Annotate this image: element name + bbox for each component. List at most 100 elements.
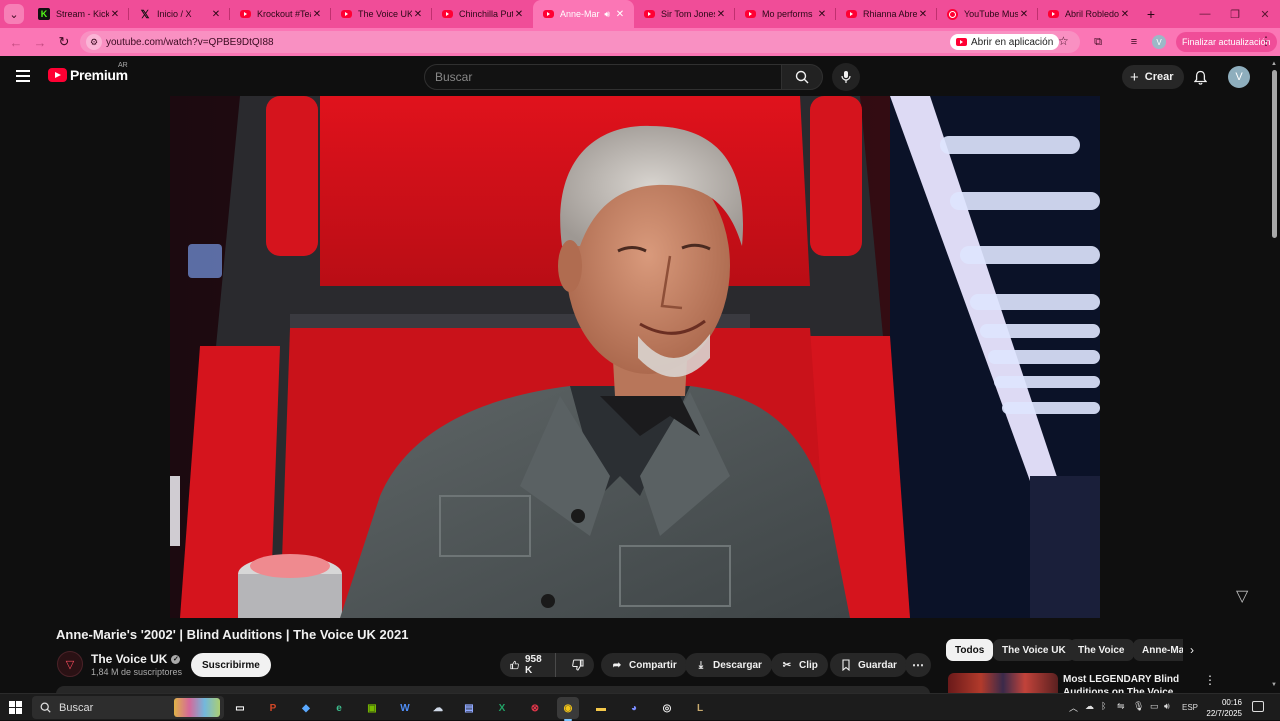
close-icon[interactable]: ✕	[614, 9, 626, 20]
page-scrollbar-thumb[interactable]	[1272, 70, 1277, 238]
media-controls-icon[interactable]: ≡	[1124, 32, 1144, 52]
weather-app-icon[interactable]: ☁	[427, 697, 449, 719]
more-actions-button[interactable]: ⋯	[905, 653, 931, 677]
browser-tab[interactable]: The Voice UK - ✕	[331, 0, 432, 28]
nvidia-icon[interactable]: ▣	[361, 697, 383, 719]
task-view-icon[interactable]: ▭	[229, 697, 251, 719]
bookmark-star-icon[interactable]: ☆	[1058, 34, 1069, 48]
network-icon[interactable]: ▭	[1150, 701, 1159, 712]
close-icon[interactable]: ✕	[715, 9, 727, 20]
video-player[interactable]	[170, 96, 1100, 618]
open-in-app-button[interactable]: Abrir en aplicación	[950, 34, 1060, 50]
volume-icon[interactable]: 🔊︎	[1164, 701, 1170, 712]
usb-icon[interactable]: ⇋	[1117, 701, 1125, 712]
close-icon[interactable]: ✕	[412, 9, 424, 20]
dislike-button[interactable]	[562, 653, 594, 677]
browser-tab[interactable]: 𝕏 Inicio / X ✕	[129, 0, 230, 28]
notepad-icon[interactable]: ▤	[458, 697, 480, 719]
browser-tab-active[interactable]: Anne-Mar 🔊︎ ✕	[533, 0, 634, 28]
share-button[interactable]: ➦ Compartir	[601, 653, 687, 677]
browser-profile-avatar[interactable]: V	[1152, 35, 1166, 49]
forward-button[interactable]: →	[28, 30, 52, 54]
system-clock[interactable]: 00:16 22/7/2025	[1198, 697, 1242, 719]
download-button[interactable]: ⤓ Descargar	[685, 653, 772, 677]
window-close-button[interactable]: ✕	[1250, 0, 1280, 28]
chrome-icon[interactable]: ◉	[557, 697, 579, 721]
steam-icon[interactable]: ◎	[656, 697, 678, 719]
file-explorer-icon[interactable]: ▬	[590, 697, 612, 719]
edge-icon[interactable]: e	[328, 697, 350, 719]
league-of-legends-icon[interactable]: L	[689, 697, 711, 719]
close-icon[interactable]: ✕	[1018, 9, 1030, 20]
scroll-up-arrow-icon[interactable]: ▲	[1271, 61, 1277, 67]
onedrive-icon[interactable]: ☁	[1085, 701, 1094, 712]
chip-the-voice[interactable]: The Voice	[1069, 639, 1134, 661]
browser-tab[interactable]: Sir Tom Jones ✕	[634, 0, 735, 28]
like-button[interactable]: 958 K	[500, 653, 556, 677]
close-icon[interactable]: ✕	[513, 9, 525, 20]
close-icon[interactable]: ✕	[311, 9, 323, 20]
search-input[interactable]	[435, 70, 781, 84]
channel-name-row[interactable]: The Voice UK ✓	[91, 652, 181, 666]
notification-center-icon[interactable]	[1252, 701, 1264, 712]
tab-search-button[interactable]: ⌄	[4, 4, 24, 24]
menu-icon[interactable]	[16, 70, 30, 82]
channel-watermark-icon[interactable]: ▽	[1236, 586, 1248, 606]
channel-name[interactable]: The Voice UK	[91, 652, 167, 666]
browser-tab[interactable]: Rhianna Abrey ✕	[836, 0, 937, 28]
youtube-logo[interactable]: Premium AR	[48, 62, 128, 83]
extensions-icon[interactable]: ⧉	[1088, 32, 1108, 52]
subscribe-button[interactable]: Suscribirme	[191, 653, 271, 677]
clip-button[interactable]: ✂ Clip	[771, 653, 828, 677]
word-icon[interactable]: W	[394, 697, 416, 719]
restore-button[interactable]: ❐	[1220, 0, 1250, 28]
new-tab-button[interactable]: +	[1139, 6, 1163, 22]
speaker-icon[interactable]: 🔊︎	[604, 9, 610, 20]
recommended-video-thumbnail[interactable]	[948, 673, 1058, 693]
channel-avatar[interactable]: ▽	[57, 651, 83, 677]
excel-icon[interactable]: X	[491, 697, 513, 719]
copilot-icon[interactable]: ◆	[295, 697, 317, 719]
browser-tab[interactable]: Abril Robledo ✕	[1038, 0, 1139, 28]
browser-tab[interactable]: K Stream - Kick ✕	[28, 0, 129, 28]
create-label: Crear	[1144, 71, 1174, 83]
chevron-up-icon[interactable]: ︿	[1069, 701, 1078, 714]
voice-search-button[interactable]	[832, 63, 860, 91]
chip-the-voice-uk[interactable]: The Voice UK	[993, 639, 1075, 661]
bluetooth-icon[interactable]: ᛒ	[1101, 701, 1106, 711]
close-icon[interactable]: ✕	[210, 9, 222, 20]
close-icon[interactable]: ✕	[917, 9, 929, 20]
chevron-right-icon[interactable]: ›	[1190, 643, 1194, 657]
back-button[interactable]: ←	[4, 30, 28, 54]
browser-menu-icon[interactable]: ⋮	[1260, 34, 1272, 48]
browser-tab[interactable]: Chinchilla Put ✕	[432, 0, 533, 28]
language-indicator[interactable]: ESP	[1182, 703, 1198, 712]
search-button[interactable]	[781, 64, 823, 90]
save-button[interactable]: Guardar	[830, 653, 907, 677]
microphone-icon[interactable]: 🎙︎	[1133, 701, 1144, 712]
chip-todos[interactable]: Todos	[946, 639, 994, 661]
browser-tab[interactable]: Mo performs ✕	[735, 0, 836, 28]
close-icon[interactable]: ✕	[816, 9, 828, 20]
close-icon[interactable]: ✕	[1119, 9, 1131, 20]
url-text[interactable]: youtube.com/watch?v=QPBE9DtQI88	[106, 37, 274, 48]
minimize-button[interactable]: —	[1190, 0, 1220, 28]
scroll-down-arrow-icon[interactable]: ▼	[1271, 682, 1277, 688]
notifications-button[interactable]	[1190, 67, 1210, 87]
app-icon[interactable]: ⊗	[524, 697, 546, 719]
more-vertical-icon[interactable]: ⋮	[1204, 673, 1216, 687]
close-icon[interactable]: ✕	[109, 9, 121, 20]
discord-icon[interactable]: ◕	[623, 697, 645, 719]
taskbar-search[interactable]: Buscar	[32, 696, 224, 719]
windows-start-icon[interactable]	[9, 701, 22, 714]
recommended-video-title[interactable]: Most LEGENDARY Blind Auditions on The Vo…	[1063, 673, 1193, 693]
browser-tab[interactable]: YouTube Music ✕	[937, 0, 1038, 28]
address-bar[interactable]: ⚙ youtube.com/watch?v=QPBE9DtQI88	[80, 31, 1080, 53]
create-button[interactable]: + Crear	[1122, 65, 1184, 89]
chip-anne-marie[interactable]: Anne-Ma	[1133, 639, 1183, 661]
browser-tab[interactable]: Krockout #Tea ✕	[230, 0, 331, 28]
user-avatar[interactable]: V	[1228, 66, 1250, 88]
powerpoint-icon[interactable]: P	[262, 697, 284, 719]
reload-button[interactable]: ↻	[52, 30, 76, 54]
site-info-icon[interactable]: ⚙	[86, 34, 102, 50]
